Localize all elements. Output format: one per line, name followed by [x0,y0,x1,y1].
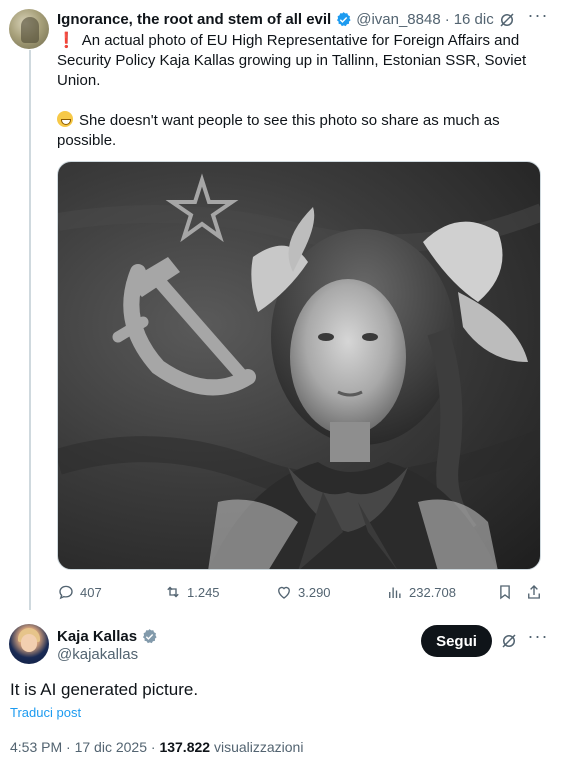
share-icon [528,585,540,599]
more-icon[interactable]: ··· [527,6,549,28]
post-time[interactable]: 4:53 PM [10,739,62,755]
views-button[interactable]: 232.708 [386,580,456,604]
thread-line [29,50,31,610]
verified-badge-icon [143,628,157,643]
separator: · [444,10,450,28]
author-name-row: Kaja Kallas [57,626,162,646]
post-actions: 407 1.245 3.290 232.708 [57,580,547,604]
separator: · [66,739,71,755]
grok-icon[interactable] [498,11,516,29]
views-count: 137.822 [159,739,211,755]
grok-icon[interactable] [500,632,518,650]
author-avatar[interactable] [9,624,49,664]
repost-icon [167,586,179,598]
repost-count: 1.245 [187,584,220,600]
views-icon [389,587,401,598]
bookmark-icon [500,585,510,600]
author-handle[interactable]: @ivan_8848 [356,11,440,28]
repost-button[interactable]: 1.245 [164,580,220,604]
translate-link[interactable]: Traduci post [10,705,81,720]
separator: · [150,739,156,755]
post-meta: 4:53 PM · 17 dic 2025 · 137.822 visualiz… [10,739,303,755]
post-text-line2: She doesn't want people to see this phot… [57,112,500,149]
post-text: ❗ An actual photo of EU High Representati… [57,31,532,151]
share-button[interactable] [525,580,543,604]
author-avatar[interactable] [9,9,49,49]
reply-icon [59,585,73,600]
post-text: It is AI generated picture. [10,680,199,699]
verified-badge-icon [337,11,351,26]
like-icon [278,586,290,599]
author-name[interactable]: Kaja Kallas [57,628,137,645]
main-post[interactable]: Kaja Kallas @kajakallas Segui ··· It is … [0,612,564,768]
author-handle[interactable]: @kajakallas [57,646,138,663]
follow-button[interactable]: Segui [421,625,492,657]
post-text-line1: An actual photo of EU High Representativ… [57,32,527,89]
more-icon[interactable]: ··· [527,627,549,649]
author-name[interactable]: Ignorance, the root and stem of all evil [57,11,331,28]
post-header: Ignorance, the root and stem of all evil… [57,9,494,29]
post-image[interactable] [57,161,541,570]
views-count: 232.708 [409,584,456,600]
post-image-illustration [58,173,540,569]
reply-count: 407 [80,584,102,600]
like-button[interactable]: 3.290 [275,580,331,604]
parent-post[interactable]: Ignorance, the root and stem of all evil… [0,0,564,612]
views-label: visualizzazioni [213,739,304,755]
bookmark-button[interactable] [496,580,514,604]
post-date[interactable]: 17 dic 2025 [75,739,147,755]
exclamation-icon: ❗ [57,32,76,49]
grinning-emoji-icon [57,111,73,127]
post-date[interactable]: 16 dic [454,11,494,28]
reply-button[interactable]: 407 [57,580,102,604]
like-count: 3.290 [298,584,331,600]
